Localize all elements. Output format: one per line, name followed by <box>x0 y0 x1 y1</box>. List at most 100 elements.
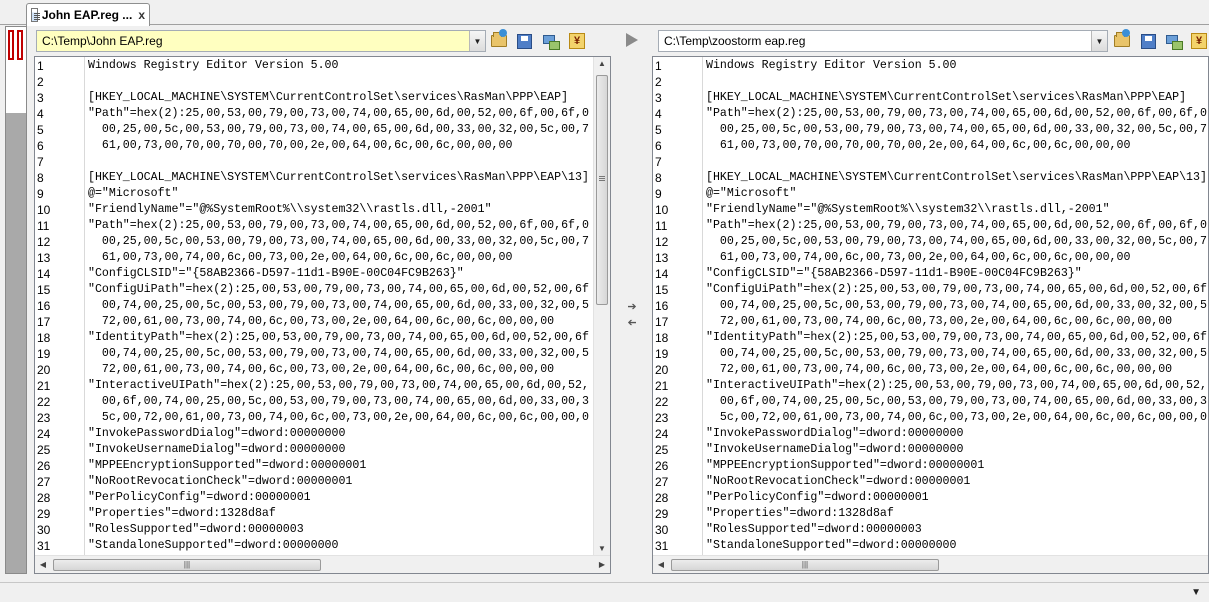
left-network-button[interactable] <box>541 31 561 51</box>
code-line[interactable]: 24 "InvokePasswordDialog"=dword:00000000 <box>35 426 610 442</box>
code-line[interactable]: 22 00,6f,00,74,00,25,00,5c,00,53,00,79,0… <box>653 394 1208 410</box>
code-line[interactable]: 7 <box>35 154 610 170</box>
code-line[interactable]: 27 "NoRootRevocationCheck"=dword:00000001 <box>653 474 1208 490</box>
copy-to-left-icon[interactable]: ➔ <box>625 316 639 329</box>
location-pane[interactable] <box>5 26 27 574</box>
code-line[interactable]: 15 "ConfigUiPath"=hex(2):25,00,53,00,79,0… <box>653 282 1208 298</box>
code-line[interactable]: 13 61,00,73,00,74,00,6c,00,73,00,2e,00,6… <box>653 250 1208 266</box>
code-line[interactable]: 19 00,74,00,25,00,5c,00,53,00,79,00,73,0… <box>653 346 1208 362</box>
code-line[interactable]: 16 00,74,00,25,00,5c,00,53,00,79,00,73,0… <box>653 298 1208 314</box>
code-line[interactable]: 12 00,25,00,5c,00,53,00,79,00,73,00,74,0… <box>35 234 610 250</box>
scroll-left-icon[interactable]: ◀ <box>35 560 51 569</box>
chevron-down-icon[interactable]: ▼ <box>1191 587 1201 598</box>
right-browse-button[interactable] <box>1112 29 1132 51</box>
code-line[interactable]: 18 "IdentityPath"=hex(2):25,00,53,00,79,0… <box>653 330 1208 346</box>
right-horizontal-scrollbar[interactable]: ◀ ||| <box>653 555 1208 573</box>
code-line[interactable]: 8 [HKEY_LOCAL_MACHINE\SYSTEM\CurrentContr… <box>653 170 1208 186</box>
code-line[interactable]: 27 "NoRootRevocationCheck"=dword:00000001 <box>35 474 610 490</box>
code-line[interactable]: 25 "InvokeUsernameDialog"=dword:00000000 <box>653 442 1208 458</box>
scroll-down-icon[interactable]: ▼ <box>594 544 610 553</box>
code-line[interactable]: 28 "PerPolicyConfig"=dword:00000001 <box>35 490 610 506</box>
code-line[interactable]: 8 [HKEY_LOCAL_MACHINE\SYSTEM\CurrentContr… <box>35 170 610 186</box>
code-line[interactable]: 21 "InteractiveUIPath"=hex(2):25,00,53,00… <box>653 378 1208 394</box>
code-line[interactable]: 10 "FriendlyName"="@%SystemRoot%\\system3… <box>653 202 1208 218</box>
code-line[interactable]: 1 Windows Registry Editor Version 5.00 <box>35 58 610 74</box>
scroll-left-icon[interactable]: ◀ <box>653 560 669 569</box>
location-pane-viewport[interactable] <box>6 27 26 113</box>
code-line[interactable]: 15 "ConfigUiPath"=hex(2):25,00,53,00,79,0… <box>35 282 610 298</box>
code-line[interactable]: 28 "PerPolicyConfig"=dword:00000001 <box>653 490 1208 506</box>
code-line[interactable]: 24 "InvokePasswordDialog"=dword:00000000 <box>653 426 1208 442</box>
code-line[interactable]: 13 61,00,73,00,74,00,6c,00,73,00,2e,00,6… <box>35 250 610 266</box>
code-line[interactable]: 29 "Properties"=dword:1328d8af <box>35 506 610 522</box>
code-line[interactable]: 5 00,25,00,5c,00,53,00,79,00,73,00,74,00… <box>653 122 1208 138</box>
code-line[interactable]: 30 "RolesSupported"=dword:00000003 <box>653 522 1208 538</box>
right-editor-pane[interactable]: 1 Windows Registry Editor Version 5.00 2 3[… <box>652 56 1209 574</box>
code-line[interactable]: 20 72,00,61,00,73,00,74,00,6c,00,73,00,2… <box>35 362 610 378</box>
code-line[interactable]: 4 "Path"=hex(2):25,00,53,00,79,00,73,00,7… <box>35 106 610 122</box>
code-line[interactable]: 17 72,00,61,00,73,00,74,00,6c,00,73,00,2… <box>35 314 610 330</box>
code-line[interactable]: 18 "IdentityPath"=hex(2):25,00,53,00,79,0… <box>35 330 610 346</box>
right-filter-button[interactable]: ¥ <box>1189 31 1209 51</box>
code-line[interactable]: 3 [HKEY_LOCAL_MACHINE\SYSTEM\CurrentContr… <box>653 90 1208 106</box>
right-network-button[interactable] <box>1164 31 1184 51</box>
code-line[interactable]: 6 61,00,73,00,70,00,70,00,70,00,2e,00,64… <box>653 138 1208 154</box>
code-line[interactable]: 2 <box>653 74 1208 90</box>
scroll-right-icon[interactable]: ▶ <box>594 560 610 569</box>
code-line[interactable]: 22 00,6f,00,74,00,25,00,5c,00,53,00,79,0… <box>35 394 610 410</box>
left-vertical-scrollbar[interactable]: ▲ ▼ <box>593 57 610 555</box>
code-line[interactable]: 16 00,74,00,25,00,5c,00,53,00,79,00,73,0… <box>35 298 610 314</box>
code-line[interactable]: 6 61,00,73,00,70,00,70,00,70,00,2e,00,64… <box>35 138 610 154</box>
left-editor-pane[interactable]: 1 Windows Registry Editor Version 5.00 2 3[… <box>34 56 611 574</box>
code-line[interactable]: 9 @="Microsoft" <box>35 186 610 202</box>
code-line[interactable]: 21 "InteractiveUIPath"=hex(2):25,00,53,00… <box>35 378 610 394</box>
code-line[interactable]: 30 "RolesSupported"=dword:00000003 <box>35 522 610 538</box>
tab-john-eap[interactable]: John EAP.reg ... x <box>26 3 150 26</box>
left-browse-button[interactable] <box>489 29 509 51</box>
code-line[interactable]: 4 "Path"=hex(2):25,00,53,00,79,00,73,00,7… <box>653 106 1208 122</box>
left-filter-button[interactable]: ¥ <box>567 31 587 51</box>
line-number: 29 <box>655 507 669 521</box>
line-text: "RolesSupported"=dword:00000003 <box>706 523 922 536</box>
code-line[interactable]: 1 Windows Registry Editor Version 5.00 <box>653 58 1208 74</box>
right-horizontal-scroll-thumb[interactable]: ||| <box>671 559 939 571</box>
code-line[interactable]: 26 "MPPEEncryptionSupported"=dword:000000… <box>35 458 610 474</box>
scroll-up-icon[interactable]: ▲ <box>594 59 610 68</box>
left-path-combo[interactable]: C:\Temp\John EAP.reg ▼ <box>36 30 486 52</box>
code-line[interactable]: 17 72,00,61,00,73,00,74,00,6c,00,73,00,2… <box>653 314 1208 330</box>
code-line[interactable]: 9 @="Microsoft" <box>653 186 1208 202</box>
left-lines[interactable]: 1 Windows Registry Editor Version 5.00 2 3[… <box>35 58 610 554</box>
left-horizontal-scroll-thumb[interactable]: ||| <box>53 559 321 571</box>
code-line[interactable]: 3 [HKEY_LOCAL_MACHINE\SYSTEM\CurrentContr… <box>35 90 610 106</box>
code-line[interactable]: 20 72,00,61,00,73,00,74,00,6c,00,73,00,2… <box>653 362 1208 378</box>
code-line[interactable]: 19 00,74,00,25,00,5c,00,53,00,79,00,73,0… <box>35 346 610 362</box>
chevron-down-icon[interactable]: ▼ <box>469 31 485 51</box>
code-line[interactable]: 5 00,25,00,5c,00,53,00,79,00,73,00,74,00… <box>35 122 610 138</box>
code-line[interactable]: 31 "StandaloneSupported"=dword:00000000 <box>35 538 610 554</box>
tab-close-icon[interactable]: x <box>138 8 145 22</box>
chevron-down-icon[interactable]: ▼ <box>1091 31 1107 51</box>
code-line[interactable]: 25 "InvokeUsernameDialog"=dword:00000000 <box>35 442 610 458</box>
code-line[interactable]: 12 00,25,00,5c,00,53,00,79,00,73,00,74,0… <box>653 234 1208 250</box>
code-line[interactable]: 10 "FriendlyName"="@%SystemRoot%\\system3… <box>35 202 610 218</box>
code-line[interactable]: 11 "Path"=hex(2):25,00,53,00,79,00,73,00,… <box>35 218 610 234</box>
left-horizontal-scrollbar[interactable]: ◀ ||| ▶ <box>35 555 610 573</box>
code-line[interactable]: 14 "ConfigCLSID"="{58AB2366-D597-11d1-B90… <box>653 266 1208 282</box>
left-save-button[interactable] <box>514 31 534 51</box>
code-line[interactable]: 26 "MPPEEncryptionSupported"=dword:000000… <box>653 458 1208 474</box>
line-text: "FriendlyName"="@%SystemRoot%\\system32\… <box>88 203 492 216</box>
code-line[interactable]: 23 5c,00,72,00,61,00,73,00,74,00,6c,00,7… <box>653 410 1208 426</box>
left-vertical-scroll-thumb[interactable] <box>596 75 608 305</box>
code-line[interactable]: 11 "Path"=hex(2):25,00,53,00,79,00,73,00,… <box>653 218 1208 234</box>
right-lines[interactable]: 1 Windows Registry Editor Version 5.00 2 3[… <box>653 58 1208 554</box>
code-line[interactable]: 14 "ConfigCLSID"="{58AB2366-D597-11d1-B90… <box>35 266 610 282</box>
right-save-button[interactable] <box>1138 31 1158 51</box>
code-line[interactable]: 2 <box>35 74 610 90</box>
code-line[interactable]: 23 5c,00,72,00,61,00,73,00,74,00,6c,00,7… <box>35 410 610 426</box>
play-arrow-icon[interactable] <box>626 33 638 47</box>
right-path-combo[interactable]: C:\Temp\zoostorm eap.reg ▼ <box>658 30 1108 52</box>
copy-to-right-icon[interactable]: ➔ <box>625 300 639 313</box>
code-line[interactable]: 29 "Properties"=dword:1328d8af <box>653 506 1208 522</box>
code-line[interactable]: 31 "StandaloneSupported"=dword:00000000 <box>653 538 1208 554</box>
code-line[interactable]: 7 <box>653 154 1208 170</box>
